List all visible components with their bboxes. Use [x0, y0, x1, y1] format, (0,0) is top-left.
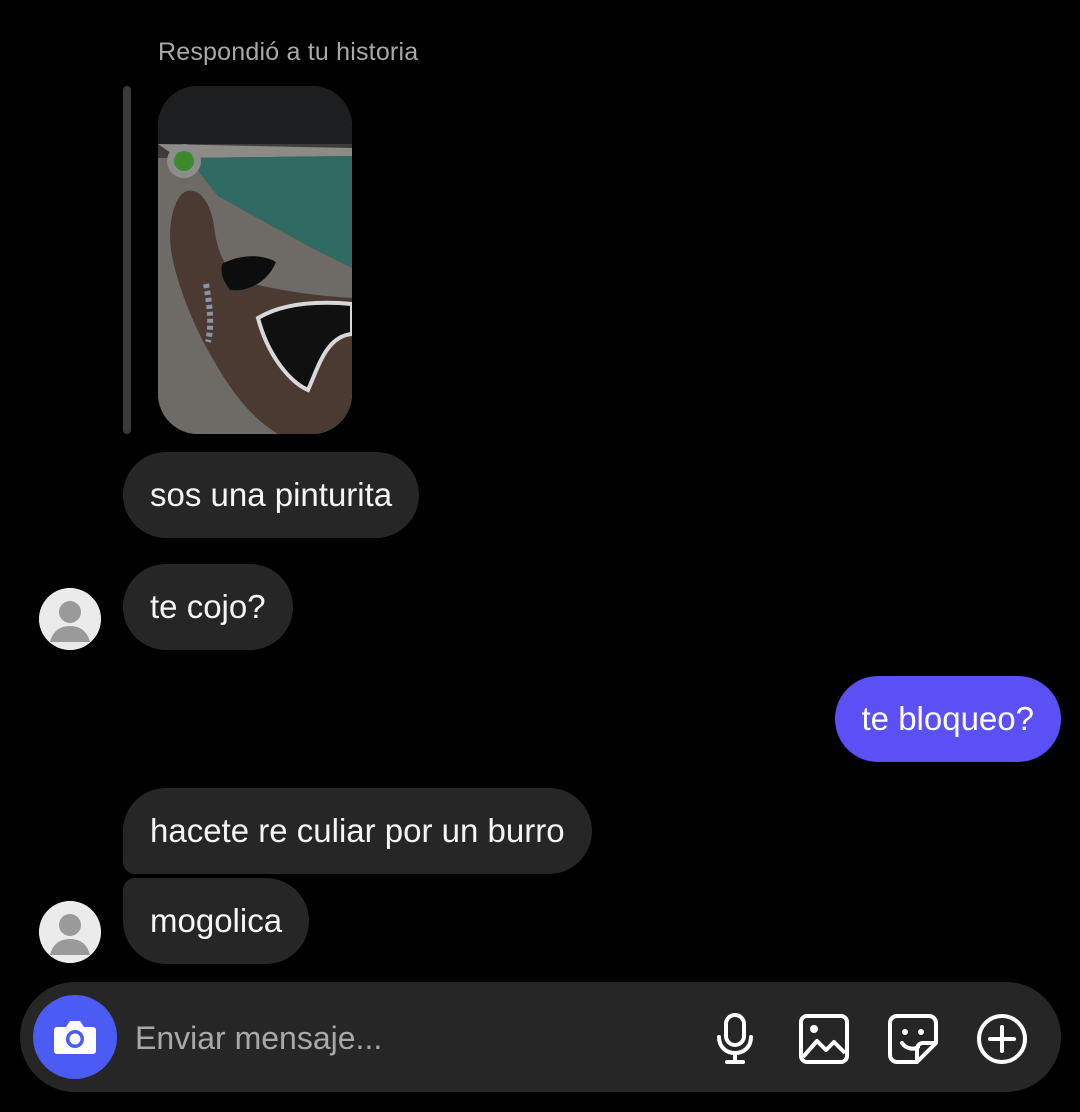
reply-caption: Respondió a tu historia [158, 38, 419, 66]
reply-quote-bar [123, 86, 131, 434]
avatar[interactable] [39, 588, 101, 650]
message-sent[interactable]: te bloqueo? [834, 676, 1061, 762]
story-status-dot [166, 143, 202, 179]
chat-thread: Respondió a tu historia sos una pinturit… [0, 0, 1080, 1112]
sticker-button[interactable] [886, 1012, 940, 1066]
message-received[interactable]: mogolica [123, 878, 310, 964]
more-button[interactable] [975, 1012, 1029, 1066]
microphone-icon [717, 1013, 753, 1064]
message-received[interactable]: hacete re culiar por un burro [123, 788, 592, 874]
gallery-button[interactable] [797, 1012, 851, 1066]
message-received[interactable]: sos una pinturita [123, 452, 420, 538]
camera-icon [54, 1021, 96, 1054]
story-thumbnail[interactable] [158, 86, 352, 434]
avatar[interactable] [39, 901, 101, 963]
message-input[interactable] [133, 1007, 677, 1069]
sticker-icon [888, 1014, 938, 1064]
message-received[interactable]: te cojo? [123, 564, 293, 650]
gallery-icon [799, 1014, 849, 1064]
camera-button[interactable] [33, 995, 117, 1079]
plus-circle-icon [977, 1014, 1027, 1064]
message-composer [20, 982, 1061, 1092]
microphone-button[interactable] [708, 1012, 762, 1066]
